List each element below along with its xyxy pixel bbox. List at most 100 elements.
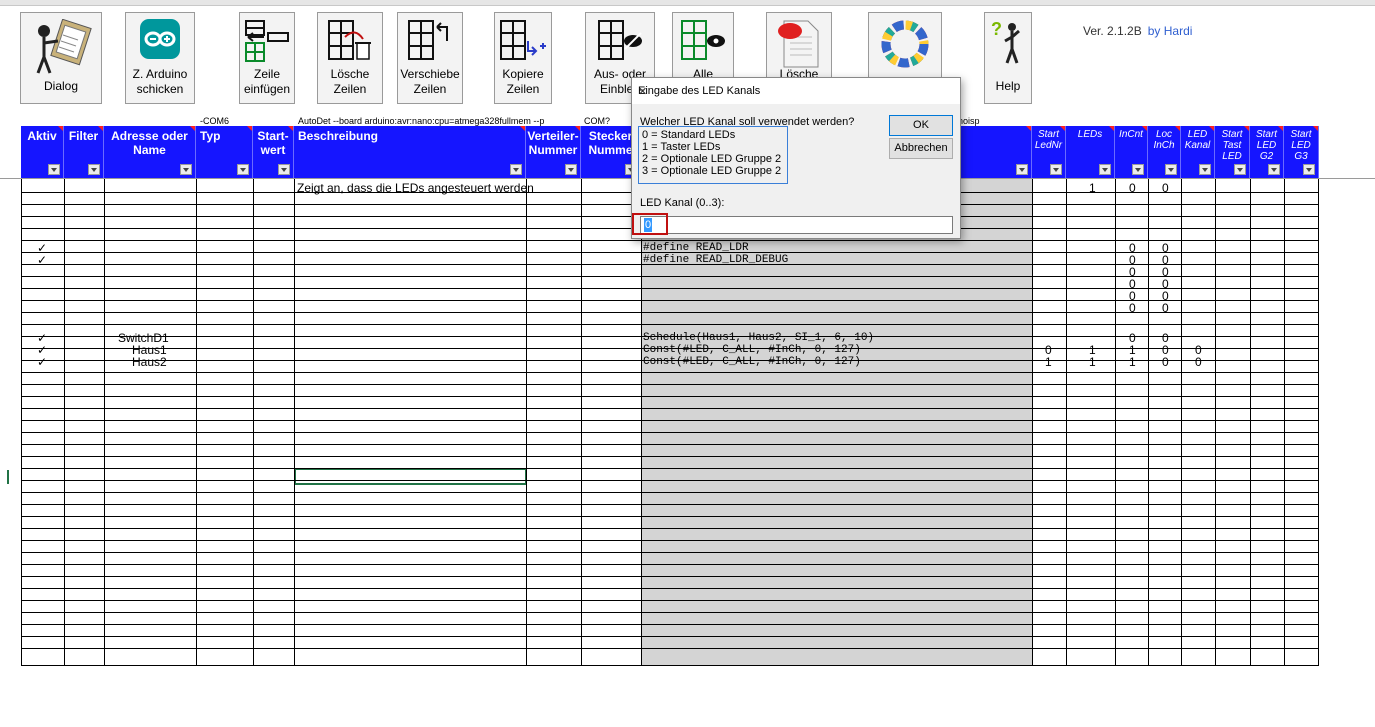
dialog-button[interactable]: Dialog <box>20 12 102 104</box>
grid-row-line <box>21 540 1318 541</box>
grid-row-line <box>21 492 1318 493</box>
send-to-arduino-button[interactable]: Z. Arduino schicken <box>125 12 195 104</box>
filter-dropdown[interactable] <box>1268 164 1280 175</box>
grid-row-line <box>21 588 1318 589</box>
grid-row-line <box>21 636 1318 637</box>
ok-button[interactable]: OK <box>889 115 953 136</box>
grid-row-line <box>21 468 1318 469</box>
show-all-icon <box>680 19 726 66</box>
incnt-cell[interactable]: 1 <box>1129 356 1136 368</box>
move-rows-button[interactable]: Verschiebe Zeilen <box>397 12 463 104</box>
grid-row-line <box>21 408 1318 409</box>
selected-cell[interactable] <box>294 468 527 485</box>
aktiv-check[interactable]: ✓ <box>37 356 47 368</box>
comment-marker <box>58 126 63 131</box>
grid-row-line <box>21 264 1318 265</box>
header-start-g3: Start LED G3 <box>1284 126 1319 178</box>
grid-row-line <box>21 516 1318 517</box>
comment-marker <box>1175 126 1180 131</box>
filter-dropdown[interactable] <box>1199 164 1211 175</box>
comment-marker <box>520 126 525 131</box>
grid-row-line <box>21 504 1318 505</box>
data-grid[interactable]: Zeigt an, dass die LEDs angesteuert werd… <box>21 179 1319 666</box>
leds-cell[interactable]: 1 <box>1089 356 1096 368</box>
insert-row-button[interactable]: Zeile einfügen <box>239 12 295 104</box>
comment-marker <box>98 126 103 131</box>
grid-row-line <box>21 348 1318 349</box>
header-leds: LEDs <box>1066 126 1115 178</box>
copy-rows-label-1: Kopiere <box>502 67 544 81</box>
version-text: Ver. 2.1.2B <box>1083 24 1142 38</box>
grid-row-line <box>21 480 1318 481</box>
header-start-tast-label: Start Tast LED <box>1221 129 1243 162</box>
channel-option: 1 = Taster LEDs <box>642 141 721 153</box>
copy-rows-button[interactable]: Kopiere Zeilen <box>494 12 552 104</box>
filter-dropdown[interactable] <box>1016 164 1028 175</box>
filter-dropdown[interactable] <box>1234 164 1246 175</box>
help-label: Help <box>995 79 1021 93</box>
grid-row-line <box>21 288 1318 289</box>
filter-dropdown[interactable] <box>1303 164 1315 175</box>
header-led-kanal: LED Kanal <box>1181 126 1215 178</box>
header-incnt: InCnt <box>1115 126 1148 178</box>
close-icon[interactable]: ✕ <box>638 85 952 98</box>
grid-row-line <box>21 600 1318 601</box>
led-channel-dialog: Eingabe des LED Kanals ✕ Welcher LED Kan… <box>631 77 961 239</box>
filter-dropdown[interactable] <box>1099 164 1111 175</box>
filter-dropdown[interactable] <box>565 164 577 175</box>
header-typ: Typ <box>196 126 253 178</box>
comment-marker <box>1142 126 1147 131</box>
delete-rows-label-1: Lösche <box>330 67 370 81</box>
grid-row-line <box>21 648 1318 649</box>
hide-rows-icon <box>597 19 643 66</box>
name-cell[interactable]: Haus2 <box>132 356 167 368</box>
com-port-text: -COM6 <box>200 116 229 126</box>
send-to-arduino-label-1: Z. Arduino <box>132 67 188 81</box>
help-button[interactable]: ? Help <box>984 12 1032 104</box>
filter-dropdown[interactable] <box>237 164 249 175</box>
author-link[interactable]: by Hardi <box>1148 24 1193 38</box>
header-startwert: Start- wert <box>253 126 294 178</box>
cancel-button[interactable]: Abbrechen <box>889 138 953 159</box>
grid-row-line <box>21 564 1318 565</box>
svg-text:?: ? <box>991 19 1002 39</box>
row-marker <box>7 470 9 484</box>
new-document-icon <box>776 19 822 72</box>
delete-rows-button[interactable]: Lösche Zeilen <box>317 12 383 104</box>
grid-row-line <box>21 420 1318 421</box>
grid-row-line <box>21 372 1318 373</box>
start-lednr-cell[interactable]: 1 <box>1045 356 1052 368</box>
led-kanal-cell[interactable]: 0 <box>1195 356 1202 368</box>
header-typ-label: Typ <box>200 129 221 143</box>
version-info: Ver. 2.1.2B by Hardi <box>1083 24 1192 38</box>
grid-row-line <box>21 252 1318 253</box>
grid-row-line <box>21 612 1318 613</box>
loc-cell[interactable]: 0 <box>1162 356 1169 368</box>
macro-cell[interactable]: Const(#LED, C_ALL, #InCh, 0, 127) <box>643 344 861 356</box>
grid-row-line <box>21 576 1318 577</box>
filter-dropdown[interactable] <box>510 164 522 175</box>
filter-dropdown[interactable] <box>88 164 100 175</box>
delete-rows-label-2: Zeilen <box>333 82 367 96</box>
comment-marker <box>190 126 195 131</box>
comment-marker <box>1109 126 1114 131</box>
filter-dropdown[interactable] <box>278 164 290 175</box>
copy-rows-label-2: Zeilen <box>506 82 540 96</box>
filter-dropdown[interactable] <box>1165 164 1177 175</box>
filter-dropdown[interactable] <box>1132 164 1144 175</box>
filter-dropdown[interactable] <box>48 164 60 175</box>
filter-dropdown[interactable] <box>1050 164 1062 175</box>
header-verteiler-label: Verteiler- Nummer <box>527 129 579 157</box>
delete-rows-icon <box>327 19 373 66</box>
dialog-titlebar[interactable]: Eingabe des LED Kanals ✕ <box>632 78 960 104</box>
send-to-arduino-label-2: schicken <box>136 82 184 96</box>
header-start-g2: Start LED G2 <box>1250 126 1284 178</box>
color-ring-icon <box>880 19 930 72</box>
grid-row-line <box>21 456 1318 457</box>
macro-cell[interactable]: Const(#LED, C_ALL, #InCh, 0, 127) <box>643 356 861 368</box>
header-leds-label: LEDs <box>1077 129 1103 140</box>
filter-dropdown[interactable] <box>180 164 192 175</box>
macro-cell[interactable]: Schedule(Haus1, Haus2, SI_1, 6, 10) <box>643 332 874 344</box>
channel-input[interactable]: 0 <box>640 216 953 234</box>
arduino-icon <box>140 19 180 62</box>
